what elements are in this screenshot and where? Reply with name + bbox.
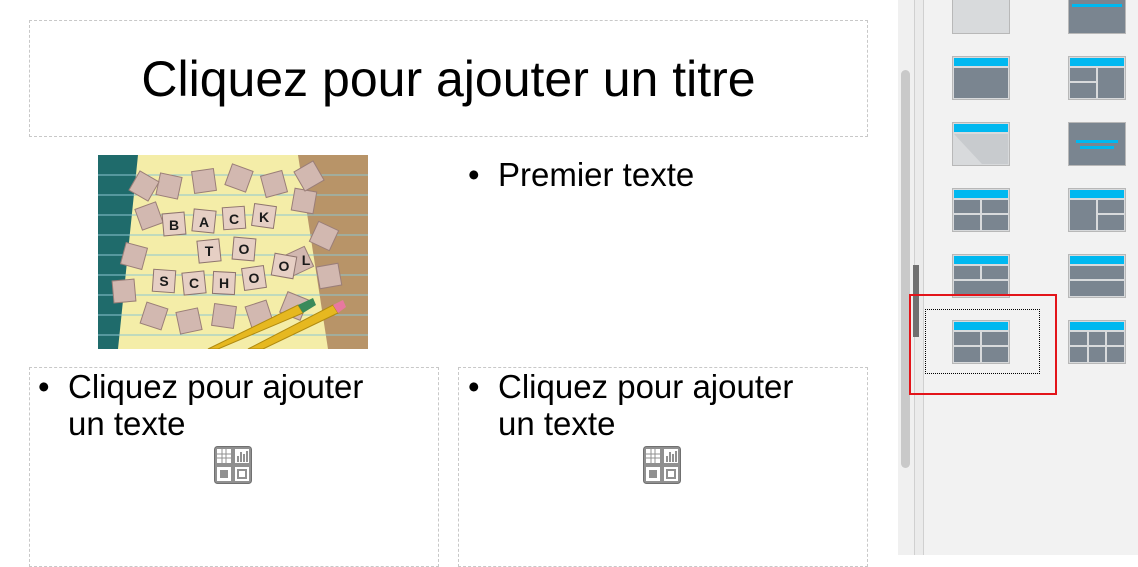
tile-letter: S <box>159 273 168 289</box>
layout-title-only[interactable] <box>952 122 1010 166</box>
bullet-dot: • <box>468 368 480 405</box>
tile-letter: H <box>219 275 229 291</box>
tile-letter: C <box>189 275 199 291</box>
tile-letter: K <box>259 209 269 225</box>
tile-letter: C <box>229 211 239 227</box>
left-placeholder-line1: Cliquez pour ajouter <box>68 368 364 405</box>
right-placeholder-line2: un texte <box>498 405 616 442</box>
premier-texte-bullet[interactable]: • Premier texte <box>468 156 695 193</box>
layout-title-two-columns[interactable] <box>1068 56 1126 100</box>
title-placeholder-text: Cliquez pour ajouter un titre <box>141 50 756 107</box>
bullet-dot: • <box>468 156 480 193</box>
tile-letter: O <box>279 258 290 274</box>
left-placeholder-line2: un texte <box>68 405 186 442</box>
layouts-panel <box>924 0 1138 555</box>
scrabble-image[interactable]: B A C K T O S C H O O L <box>98 155 368 349</box>
sidebar-splitter[interactable] <box>913 0 924 555</box>
insert-object-icon[interactable] <box>643 446 681 484</box>
layout-title-six-content[interactable] <box>1068 320 1126 364</box>
bullet-dot: • <box>38 368 50 405</box>
scrollbar-thumb[interactable] <box>901 70 910 468</box>
vertical-scrollbar[interactable] <box>898 0 914 555</box>
tile-letter: O <box>239 241 250 257</box>
left-placeholder-text: • Cliquez pour ajouter un texte <box>38 368 364 442</box>
tile-letter: A <box>199 214 209 230</box>
layout-title-content[interactable] <box>952 56 1010 100</box>
insert-object-icon[interactable] <box>214 446 252 484</box>
tile-letter: B <box>169 217 179 233</box>
premier-texte: Premier texte <box>498 156 695 193</box>
layout-title-content-top[interactable] <box>1068 0 1126 34</box>
right-placeholder-text: • Cliquez pour ajouter un texte <box>468 368 794 442</box>
tile-letter: O <box>249 270 260 286</box>
layout-title-two-content-rows[interactable] <box>952 254 1010 298</box>
title-placeholder[interactable]: Cliquez pour ajouter un titre <box>29 20 868 137</box>
layout-centered-text[interactable] <box>1068 122 1126 166</box>
layout-blank-slide[interactable] <box>952 0 1010 34</box>
highlight-box <box>909 294 1057 395</box>
layout-title-content-split-left[interactable] <box>952 188 1010 232</box>
right-content-placeholder[interactable]: • Cliquez pour ajouter un texte <box>458 367 868 567</box>
right-placeholder-line1: Cliquez pour ajouter <box>498 368 794 405</box>
left-content-placeholder[interactable]: • Cliquez pour ajouter un texte <box>29 367 439 567</box>
tile-letter: L <box>302 252 311 268</box>
tile-letter: T <box>205 243 214 259</box>
slide-canvas[interactable]: Cliquez pour ajouter un titre B A C K T … <box>0 0 898 567</box>
layout-title-content-split-right[interactable] <box>1068 188 1126 232</box>
layout-title-content-over-content[interactable] <box>1068 254 1126 298</box>
